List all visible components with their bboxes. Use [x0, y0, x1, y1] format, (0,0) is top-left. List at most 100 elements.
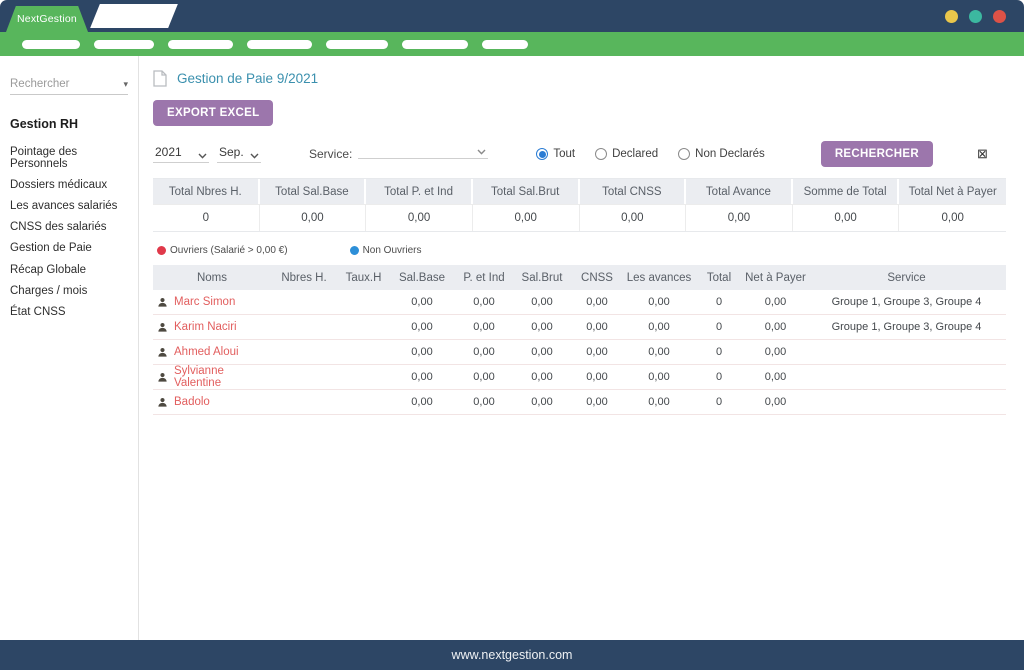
- employee-name[interactable]: Badolo: [174, 396, 210, 408]
- totals-value: 0,00: [686, 204, 793, 231]
- cell-net: 0,00: [744, 396, 807, 408]
- totals-header: Total P. et Ind: [366, 179, 473, 204]
- brand-label: NextGestion: [17, 13, 77, 25]
- tab-placeholder[interactable]: [90, 4, 178, 28]
- search-input[interactable]: [10, 78, 123, 90]
- sidebar-item-gestion-paie[interactable]: Gestion de Paie: [10, 238, 128, 259]
- totals-value-row: 0 0,00 0,00 0,00 0,00 0,00 0,00 0,00: [153, 204, 1006, 231]
- cell-sal-base: 0,00: [390, 296, 454, 308]
- cell-total: 0: [694, 346, 744, 358]
- legend: Ouvriers (Salarié > 0,00 €) Non Ouvriers: [153, 245, 1006, 256]
- totals-value: 0,00: [793, 204, 900, 231]
- col-header-sal-base: Sal.Base: [390, 272, 454, 284]
- cell-total: 0: [694, 371, 744, 383]
- legend-ouvriers-label: Ouvriers (Salarié > 0,00 €): [170, 245, 288, 256]
- totals-value: 0: [153, 204, 260, 231]
- sidebar-item-dossiers[interactable]: Dossiers médicaux: [10, 174, 128, 195]
- window-controls: [945, 10, 1006, 23]
- cell-cnss: 0,00: [570, 371, 624, 383]
- nav-pill[interactable]: [326, 40, 388, 49]
- totals-header: Total Nbres H.: [153, 179, 260, 204]
- employee-name[interactable]: Sylvianne Valentine: [174, 365, 271, 389]
- user-icon: [157, 347, 168, 358]
- brand-tab[interactable]: NextGestion: [6, 6, 88, 32]
- col-header-p-et-ind: P. et Ind: [454, 272, 514, 284]
- cell-avances: 0,00: [624, 296, 694, 308]
- payroll-table: Noms Nbres H. Taux.H Sal.Base P. et Ind …: [153, 265, 1006, 415]
- sidebar-item-recap[interactable]: Récap Globale: [10, 259, 128, 280]
- sidebar-item-charges[interactable]: Charges / mois: [10, 280, 128, 301]
- app-window: NextGestion ▾ Gestion RH Pointage des Pe…: [0, 0, 1024, 670]
- col-header-avances: Les avances: [624, 272, 694, 284]
- service-select[interactable]: [358, 149, 488, 159]
- page-title[interactable]: Gestion de Paie 9/2021: [177, 71, 318, 86]
- employee-name[interactable]: Marc Simon: [174, 296, 235, 308]
- cell-avances: 0,00: [624, 396, 694, 408]
- window-dot-yellow[interactable]: [945, 10, 958, 23]
- sidebar-item-cnss-salaries[interactable]: CNSS des salariés: [10, 217, 128, 238]
- col-header-total: Total: [694, 272, 744, 284]
- cell-net: 0,00: [744, 371, 807, 383]
- cell-total: 0: [694, 296, 744, 308]
- col-header-cnss: CNSS: [570, 272, 624, 284]
- cell-sal-base: 0,00: [390, 321, 454, 333]
- chevron-down-icon: [477, 149, 486, 155]
- sidebar-item-etat-cnss[interactable]: État CNSS: [10, 301, 128, 322]
- cell-service: Groupe 1, Groupe 3, Groupe 4: [807, 296, 1006, 308]
- year-select[interactable]: 2021: [153, 145, 209, 163]
- nav-pill[interactable]: [168, 40, 233, 49]
- employee-name[interactable]: Ahmed Aloui: [174, 346, 239, 358]
- col-header-service: Service: [807, 272, 1006, 284]
- window-dot-teal[interactable]: [969, 10, 982, 23]
- window-dot-red[interactable]: [993, 10, 1006, 23]
- radio-declared[interactable]: Declared: [595, 148, 658, 160]
- col-header-noms: Noms: [153, 272, 271, 284]
- chevron-down-icon: [198, 153, 207, 159]
- nav-pill[interactable]: [402, 40, 468, 49]
- declaration-radio-group: Tout Declared Non Declarés: [536, 148, 764, 160]
- cell-total: 0: [694, 321, 744, 333]
- cell-sal-base: 0,00: [390, 371, 454, 383]
- breadcrumb: Gestion de Paie 9/2021: [153, 70, 1006, 87]
- window-titlebar: NextGestion: [0, 0, 1024, 32]
- totals-header: Total Sal.Brut: [473, 179, 580, 204]
- totals-value: 0,00: [899, 204, 1006, 231]
- cell-sal-base: 0,00: [390, 346, 454, 358]
- cell-cnss: 0,00: [570, 346, 624, 358]
- radio-declared-label: Declared: [612, 148, 658, 160]
- table-row: Ahmed Aloui 0,00 0,00 0,00 0,00 0,00 0 0…: [153, 340, 1006, 365]
- export-excel-button[interactable]: EXPORT EXCEL: [153, 100, 273, 126]
- totals-header: Total Net à Payer: [899, 179, 1006, 204]
- nav-pill[interactable]: [482, 40, 528, 49]
- totals-value: 0,00: [473, 204, 580, 231]
- cell-cnss: 0,00: [570, 321, 624, 333]
- cell-p-et-ind: 0,00: [454, 296, 514, 308]
- radio-unselected-icon: [678, 148, 690, 160]
- sidebar-item-pointage[interactable]: Pointage des Personnels: [10, 141, 128, 174]
- user-icon: [157, 322, 168, 333]
- payroll-header-row: Noms Nbres H. Taux.H Sal.Base P. et Ind …: [153, 265, 1006, 290]
- cell-sal-brut: 0,00: [514, 296, 570, 308]
- totals-value: 0,00: [366, 204, 473, 231]
- nav-pill[interactable]: [94, 40, 154, 49]
- table-row: Marc Simon 0,00 0,00 0,00 0,00 0,00 0 0,…: [153, 290, 1006, 315]
- radio-tout[interactable]: Tout: [536, 148, 575, 160]
- nav-pill[interactable]: [22, 40, 80, 49]
- cell-net: 0,00: [744, 346, 807, 358]
- month-select[interactable]: Sep.: [217, 145, 261, 163]
- table-row: Sylvianne Valentine 0,00 0,00 0,00 0,00 …: [153, 365, 1006, 390]
- radio-non-declares[interactable]: Non Declarés: [678, 148, 765, 160]
- cell-p-et-ind: 0,00: [454, 346, 514, 358]
- user-icon: [157, 297, 168, 308]
- employee-name[interactable]: Karim Naciri: [174, 321, 237, 333]
- rechercher-button[interactable]: RECHERCHER: [821, 141, 933, 167]
- year-value: 2021: [155, 145, 182, 159]
- nav-pill[interactable]: [247, 40, 312, 49]
- sidebar-search[interactable]: ▾: [10, 78, 128, 95]
- sidebar-item-avances[interactable]: Les avances salariés: [10, 195, 128, 216]
- broken-image-icon[interactable]: ⊠: [977, 146, 988, 162]
- main-navbar: [0, 32, 1024, 56]
- chevron-down-icon: [250, 153, 259, 159]
- cell-sal-base: 0,00: [390, 396, 454, 408]
- radio-non-declares-label: Non Declarés: [695, 148, 765, 160]
